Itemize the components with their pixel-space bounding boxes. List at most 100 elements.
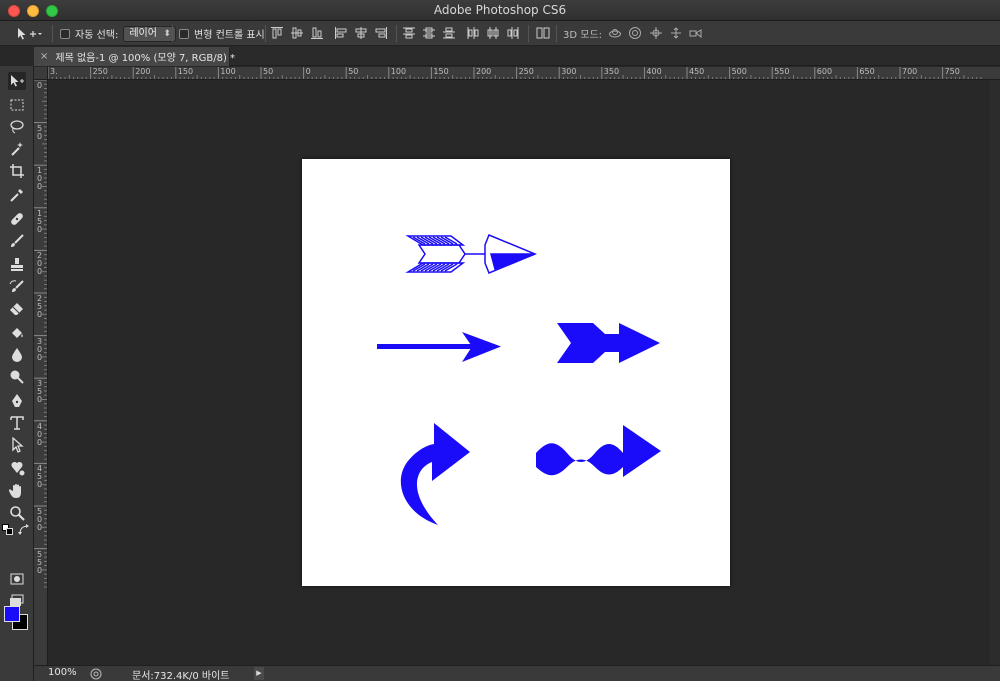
ruler-left-label: 500 [36, 507, 43, 532]
separator [528, 25, 529, 42]
status-info-icon[interactable] [90, 668, 102, 680]
align-vertical-centers-icon[interactable] [290, 26, 304, 40]
ruler-top-label: 650 [859, 67, 875, 76]
ruler-top-label: 3. [50, 67, 58, 76]
align-left-edges-icon[interactable] [334, 26, 348, 40]
document-info: 문서:732.4K/0 바이트 [132, 671, 230, 681]
ruler-corner [34, 67, 48, 80]
title-bar: Adobe Photoshop CS6 [0, 0, 1000, 21]
distribute-top-icon[interactable] [402, 26, 416, 40]
align-top-edges-icon[interactable] [270, 26, 284, 40]
zoom-tool-icon[interactable] [8, 504, 26, 522]
options-bar: 자동 선택: 레이어 변형 컨트롤 표시 3D 모드: [0, 21, 1000, 46]
orbit-3d-icon[interactable] [608, 26, 622, 40]
ruler-top-label: 250 [518, 67, 534, 76]
document-tab-bar: × 제목 없음-1 @ 100% (모양 7, RGB/8) * [34, 47, 1000, 66]
ruler-left-label: 450 [36, 464, 43, 490]
history-brush-tool-icon[interactable] [8, 278, 26, 296]
roll-3d-icon[interactable] [628, 26, 642, 40]
ruler-left-label: 400 [36, 421, 43, 447]
auto-select-dropdown[interactable]: 레이어 [123, 25, 176, 42]
type-tool-icon[interactable] [8, 414, 26, 432]
default-colors-icon[interactable] [2, 524, 14, 536]
document-tab-label: 제목 없음-1 @ 100% (모양 7, RGB/8) * [55, 53, 236, 64]
ruler-top-label: 300 [561, 67, 577, 76]
show-transform-checkbox[interactable] [179, 28, 189, 39]
crop-tool-icon[interactable] [8, 162, 26, 180]
move-tool-preset[interactable] [16, 21, 42, 46]
ruler-top-label: 700 [902, 67, 918, 76]
ruler-top-label: 250 [92, 67, 108, 76]
feathered-arrow-shape[interactable] [405, 231, 537, 277]
dodge-tool-icon[interactable] [8, 368, 26, 386]
swap-colors-icon[interactable] [18, 524, 30, 536]
auto-align-layers-icon[interactable] [536, 26, 550, 40]
move-tool-icon[interactable] [8, 72, 26, 90]
clone-stamp-tool-icon[interactable] [8, 256, 26, 274]
distribute-right-icon[interactable] [506, 26, 520, 40]
app-title: Adobe Photoshop CS6 [433, 3, 567, 17]
hand-tool-icon[interactable] [8, 482, 26, 500]
path-selection-tool-icon[interactable] [8, 436, 26, 454]
marquee-tool-icon[interactable] [8, 96, 26, 114]
ruler-top-label: 200 [476, 67, 492, 76]
ruler-left-label: 200 [36, 251, 43, 277]
thin-arrow-shape[interactable] [376, 330, 502, 364]
brush-tool-icon[interactable] [8, 232, 26, 250]
ruler-top-label: 50 [348, 67, 359, 76]
close-tab-icon[interactable]: × [40, 51, 48, 62]
align-bottom-edges-icon[interactable] [310, 26, 324, 40]
foreground-color-swatch[interactable] [4, 606, 20, 622]
zoom-level[interactable]: 100% [48, 667, 77, 678]
ruler-top-label: 750 [944, 67, 960, 76]
scale-3d-icon[interactable] [689, 26, 703, 40]
wavy-arrow-shape[interactable] [535, 421, 663, 479]
blur-tool-icon[interactable] [8, 346, 26, 364]
horizontal-ruler[interactable]: 3. 250 200 150 100 50 0 50 100 150 200 250 300 350 400… [48, 67, 1000, 80]
distribute-bottom-icon[interactable] [442, 26, 456, 40]
vertical-scrollbar[interactable] [990, 80, 1000, 665]
ruler-top-label: 350 [603, 67, 620, 76]
ruler-left-label: 0 [36, 81, 43, 90]
distribute-left-icon[interactable] [466, 26, 480, 40]
ruler-top-label: 100 [390, 67, 407, 76]
distribute-vertical-centers-icon[interactable] [422, 26, 436, 40]
lasso-tool-icon[interactable] [8, 118, 26, 136]
ruler-top-label: 200 [135, 67, 151, 76]
ruler-top-label: 0 [305, 67, 311, 76]
separator [396, 25, 397, 42]
auto-select-group: 자동 선택: 레이어 [60, 21, 176, 46]
status-menu-arrow[interactable]: ▶ [254, 667, 264, 680]
pan-3d-icon[interactable] [649, 26, 663, 40]
ruler-top-label: 600 [816, 67, 833, 76]
quick-mask-icon[interactable] [8, 570, 26, 588]
eyedropper-tool-icon[interactable] [8, 186, 26, 204]
ruler-left-label: 50 [36, 123, 43, 141]
pen-tool-icon[interactable] [8, 392, 26, 410]
healing-brush-tool-icon[interactable] [8, 210, 26, 228]
align-horizontal-centers-icon[interactable] [354, 26, 368, 40]
ruler-top-label: 400 [646, 67, 662, 76]
auto-select-checkbox[interactable] [60, 28, 70, 39]
status-bar: 100% 문서:732.4K/0 바이트 ▶ [34, 665, 1000, 681]
magic-wand-tool-icon[interactable] [8, 140, 26, 158]
document-canvas[interactable] [302, 159, 730, 586]
ruler-top-label: 100 [220, 67, 236, 76]
eraser-tool-icon[interactable] [8, 300, 26, 318]
ruler-left-label: 250 [36, 294, 43, 319]
curved-arrow-shape[interactable] [398, 421, 472, 527]
notched-arrow-shape[interactable] [555, 321, 661, 365]
paint-bucket-tool-icon[interactable] [8, 324, 26, 342]
ruler-top-label: 450 [689, 67, 705, 76]
custom-shape-tool-icon[interactable] [8, 460, 26, 478]
vertical-ruler[interactable]: 0 50 100 150 200 250 300 350 400 450 500 550 [34, 80, 48, 665]
slide-3d-icon[interactable] [669, 26, 683, 40]
ruler-left-label: 350 [36, 379, 43, 405]
separator [172, 25, 173, 42]
ruler-left-label: 100 [36, 166, 43, 192]
align-right-edges-icon[interactable] [374, 26, 388, 40]
distribute-horizontal-centers-icon[interactable] [486, 26, 500, 40]
toolbox [0, 66, 34, 681]
ruler-top-label: 150 [433, 67, 449, 76]
document-tab[interactable]: × 제목 없음-1 @ 100% (모양 7, RGB/8) * [34, 47, 235, 66]
